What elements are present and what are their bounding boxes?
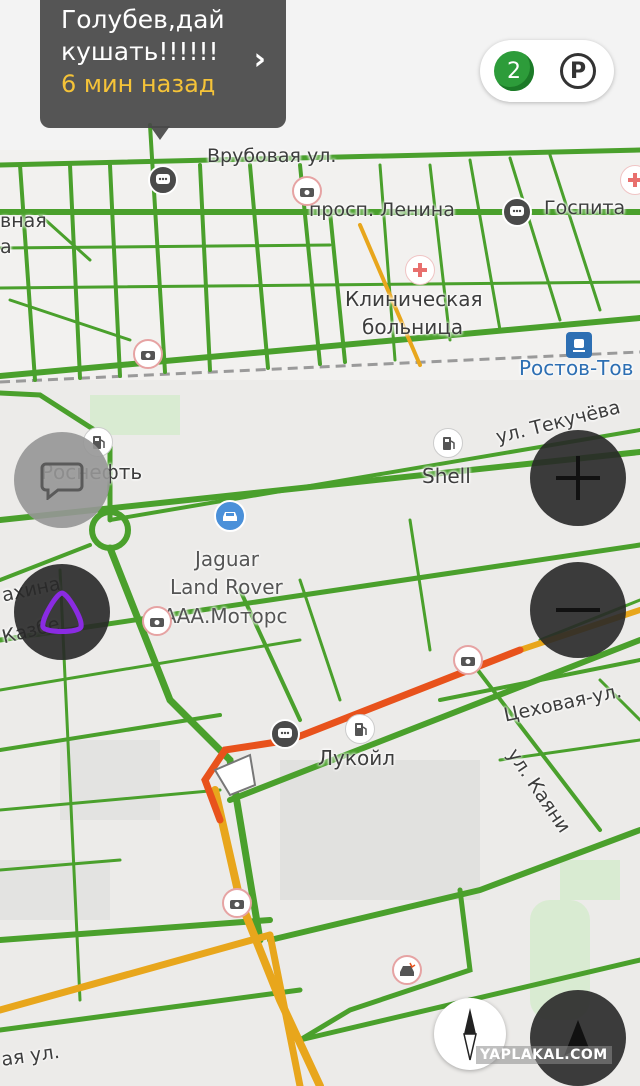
poi-label-shell: Shell [422, 464, 471, 488]
zoom-in-button[interactable] [530, 430, 626, 526]
poi-label-lukoil: Лукойл [318, 746, 395, 770]
fuel-icon[interactable] [433, 428, 463, 458]
poi-label-jaguar-1: Jaguar [195, 547, 260, 571]
traffic-level-button[interactable]: 2 [494, 51, 534, 91]
alice-assistant-icon [40, 590, 84, 634]
navigation-button[interactable] [530, 990, 626, 1086]
station-label-rostov: Ростов-Тов [519, 356, 634, 380]
chevron-right-icon[interactable]: › [254, 42, 266, 77]
zoom-out-button[interactable] [530, 562, 626, 658]
poi-label-jaguar-2: Land Rover [170, 575, 283, 599]
street-label-lenina: просп. Ленина [309, 199, 455, 221]
poi-label-jaguar-3: ААА.Моторс [163, 604, 288, 628]
tooltip-tail [150, 126, 170, 140]
car-icon[interactable] [214, 500, 246, 532]
street-label-left-top-2: а [0, 236, 12, 258]
parking-button[interactable]: P [560, 53, 596, 89]
alice-button[interactable] [14, 564, 110, 660]
street-label-vrubovaya: Врубовая ул. [207, 145, 337, 167]
chat-bubble-icon[interactable] [270, 719, 300, 749]
layer-controls: 2 P [480, 40, 614, 102]
chat-bubble-icon [40, 462, 84, 500]
poi-label-clinic-2: больница [362, 315, 464, 339]
camera-icon[interactable] [222, 888, 252, 918]
train-icon[interactable] [566, 332, 592, 358]
accident-icon[interactable] [392, 955, 422, 985]
message-line-2: кушать!!!!!! [61, 37, 219, 66]
message-time: 6 мин назад [61, 70, 216, 98]
minus-icon [556, 608, 600, 612]
camera-icon[interactable] [292, 176, 322, 206]
camera-icon[interactable] [133, 339, 163, 369]
street-label-gospital: Госпита [544, 197, 626, 219]
camera-icon[interactable] [453, 645, 483, 675]
poi-label-clinic-1: Клиническая [345, 287, 483, 311]
user-message-tooltip[interactable]: Голубев,дай кушать!!!!!! 6 мин назад › [40, 0, 286, 128]
camera-icon[interactable] [142, 606, 172, 636]
plus-icon [556, 456, 600, 500]
street-label-left-top-1: вная [0, 210, 47, 232]
chat-bubble-icon[interactable] [148, 165, 178, 195]
chat-bubble-icon[interactable] [502, 197, 532, 227]
watermark: YAPLAKAL.COM [476, 1046, 612, 1064]
medical-cross-icon[interactable] [405, 255, 435, 285]
message-line-1: Голубев,дай [61, 5, 225, 34]
talk-button[interactable] [14, 432, 110, 528]
fuel-icon[interactable] [345, 714, 375, 744]
